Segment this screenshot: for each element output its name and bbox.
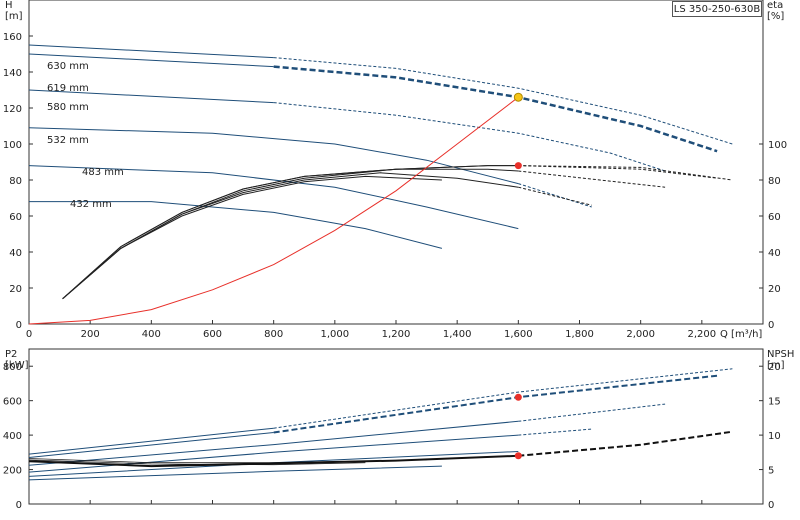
q-tick-label: 1,400 [443, 329, 472, 340]
efficiency-curve [62, 175, 442, 300]
h-tick-label: 160 [3, 32, 22, 43]
power-curve-dashed [518, 403, 666, 422]
p2-tick-label: 600 [3, 397, 22, 408]
power-curve-dashed [518, 428, 592, 436]
npsh-axis-label: NPSH [767, 349, 794, 360]
eta-tick-label: 40 [768, 248, 781, 259]
head-curve-label: 619 mm [47, 83, 89, 94]
duty-point [513, 92, 523, 102]
power-curve-dashed [273, 368, 733, 429]
power-point [514, 393, 522, 401]
pump-performance-chart: H[m]eta[%]Q [m³/h]0204060801001201401600… [3, 0, 794, 511]
head-curve-label: 432 mm [70, 199, 112, 210]
npsh-tick-label: 20 [768, 362, 781, 373]
h-tick-label: 0 [16, 320, 22, 331]
eta-tick-label: 0 [768, 320, 774, 331]
power-curve [28, 432, 274, 458]
efficiency-curve-dashed [518, 170, 666, 188]
q-tick-label: 0 [26, 329, 32, 340]
head-curve-dashed [273, 102, 666, 172]
eta-tick-label: 80 [768, 176, 781, 187]
q-tick-label: 600 [203, 329, 222, 340]
head-curve-label: 580 mm [47, 102, 89, 113]
h-tick-label: 120 [3, 104, 22, 115]
npsh-tick-label: 0 [768, 500, 774, 511]
q-tick-label: 1,800 [565, 329, 594, 340]
q-tick-label: 1,600 [504, 329, 533, 340]
power-curve [28, 427, 274, 455]
efficiency-curve-dashed [518, 186, 592, 206]
top-panel-frame [28, 0, 764, 325]
head-curve-label: 532 mm [47, 135, 89, 146]
p2-tick-label: 400 [3, 431, 22, 442]
head-curve-dashed [273, 65, 718, 153]
p2-tick-label: 200 [3, 466, 22, 477]
q-tick-label: 800 [264, 329, 283, 340]
npsh-curve-dashed [518, 430, 733, 457]
h-tick-label: 60 [9, 212, 22, 223]
efficiency-curve [62, 165, 519, 300]
bottom-panel-frame [28, 348, 764, 505]
q-tick-label: 2,000 [626, 329, 655, 340]
p2-tick-label: 0 [16, 500, 22, 511]
q-tick-label: 1,200 [382, 329, 411, 340]
h-tick-label: 40 [9, 248, 22, 259]
head-curve-label: 630 mm [47, 61, 89, 72]
eta-tick-label: 20 [768, 284, 781, 295]
efficiency-point [514, 162, 522, 170]
q-tick-label: 2,200 [688, 329, 717, 340]
h-axis-label: [m] [5, 11, 23, 22]
q-tick-label: 1,000 [321, 329, 350, 340]
h-tick-label: 140 [3, 68, 22, 79]
h-tick-label: 80 [9, 176, 22, 187]
p2-tick-label: 800 [3, 362, 22, 373]
q-axis-label: Q [m³/h] [720, 329, 762, 340]
h-axis-label: H [5, 0, 13, 11]
eta-tick-label: 60 [768, 212, 781, 223]
efficiency-curve-dashed [518, 165, 718, 179]
npsh-tick-label: 15 [768, 397, 781, 408]
efficiency-curve [62, 168, 519, 300]
q-tick-label: 400 [142, 329, 161, 340]
q-tick-label: 200 [81, 329, 100, 340]
head-curve-label: 483 mm [82, 167, 124, 178]
npsh-tick-label: 10 [768, 431, 781, 442]
h-tick-label: 20 [9, 284, 22, 295]
h-tick-label: 100 [3, 140, 22, 151]
npsh-tick-label: 5 [768, 466, 774, 477]
efficiency-curve [62, 165, 519, 300]
efficiency-curve [62, 172, 519, 300]
efficiency-curve-dashed [518, 165, 733, 181]
npsh-point [514, 452, 522, 460]
eta-axis-label: [%] [767, 11, 784, 22]
eta-tick-label: 100 [768, 140, 787, 151]
power-curve [28, 434, 519, 473]
head-curve-dashed [518, 183, 592, 208]
p2-axis-label: P2 [5, 349, 17, 360]
system-curve [28, 96, 519, 325]
eta-axis-label: eta [767, 0, 783, 11]
